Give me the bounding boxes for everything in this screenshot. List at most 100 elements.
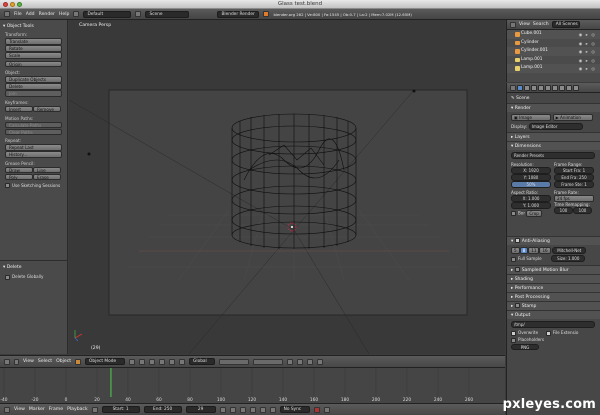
stamp-checkbox[interactable] [514,303,520,308]
end-frame-field[interactable]: End: 250 [143,406,182,413]
calculate-paths-button[interactable]: Calculate Paths [5,121,62,128]
lamp-marker[interactable] [412,89,416,93]
render-preview-icon[interactable] [317,358,324,365]
play-reverse-icon[interactable] [239,406,246,413]
screen-layout-selector[interactable]: Default [83,10,132,18]
post-processing-panel-header[interactable]: ▸ Post Processing [507,292,600,301]
modifiers-tab-icon[interactable] [552,84,558,91]
next-keyframe-icon[interactable] [259,406,266,413]
render-engine-selector[interactable]: Blender Render [217,10,260,18]
clear-paths-button[interactable]: Clear Paths [5,128,62,135]
start-frame-prop-field[interactable]: Start Fra: 1 [554,167,594,174]
current-frame-field[interactable]: 29 [185,406,216,413]
manipulator-icon[interactable] [149,358,156,365]
menu-add[interactable]: Add [26,12,35,17]
play-icon[interactable] [249,406,256,413]
start-frame-field[interactable]: Start: 1 [101,406,140,413]
prev-keyframe-icon[interactable] [229,406,236,413]
lock-icon[interactable] [287,358,294,365]
world-tab-icon[interactable] [531,84,537,91]
header-toggle-icon[interactable] [14,358,19,365]
scale-manipulator-icon[interactable] [179,358,186,365]
outliner-item-lamp-001[interactable]: Lamp.001 ◉ ▸ ◎ [507,56,600,65]
display-selector[interactable]: Image Editor [528,123,583,130]
delete-button[interactable]: Delete [5,83,62,90]
outliner-item-cube-001[interactable]: Cube.001 ◉ ▸ ◎ [507,30,600,39]
3d-viewport[interactable]: Camera Persp (29) [69,20,505,354]
resolution-x-field[interactable]: X: 1920 [511,167,551,174]
layers-panel-header[interactable]: ▸ Layers [507,132,600,141]
outliner-item-cylinder[interactable]: Cylinder ◉ ▸ ◎ [507,39,600,48]
placeholders-checkbox[interactable]: Placeholders [511,337,596,343]
editor-type-timeline-icon[interactable] [4,406,10,413]
keying-set-icon[interactable] [323,406,330,413]
timeline-menu-frame[interactable]: Frame [49,407,63,412]
end-frame-prop-field[interactable]: End Fra: 250 [554,174,594,181]
layer-buttons-2-icon[interactable] [253,358,284,365]
render-tab-icon[interactable] [517,84,523,91]
outliner-menu-search[interactable]: Search [533,22,549,27]
mode-selector[interactable]: Object Mode [85,358,126,365]
remap-new-field[interactable]: 100 [573,207,592,214]
full-sample-checkbox[interactable]: Full Sample [511,256,542,262]
timeline-menu-view[interactable]: View [14,407,25,412]
scene-tab-icon[interactable] [524,84,530,91]
dimensions-panel-header[interactable]: ▾ Dimensions [507,141,600,150]
render-presets-selector[interactable]: Render Presets [511,152,595,159]
history-button[interactable]: History... [5,151,62,158]
lamp-marker-2[interactable] [87,152,91,156]
poly-button[interactable]: Poly [5,173,33,180]
transform-orientation-selector[interactable]: Global [189,358,216,365]
constraints-tab-icon[interactable] [545,84,551,91]
draw-button[interactable]: Draw [5,166,33,173]
translate-button[interactable]: Translate [5,38,62,45]
render-animation-button[interactable]: ▶ Animation [552,114,593,121]
aspect-y-field[interactable]: Y: 1.000 [511,202,551,209]
editor-type-outliner-icon[interactable] [510,21,516,28]
frame-rate-selector[interactable]: 24 fps [554,195,594,202]
line-button[interactable]: Line [33,166,61,173]
aspect-x-field[interactable]: X: 1.000 [511,195,551,202]
data-tab-icon[interactable] [559,84,565,91]
pivot-point-icon[interactable] [139,358,146,365]
resolution-y-field[interactable]: Y: 1080 [511,174,551,181]
use-preview-range-icon[interactable] [91,406,98,413]
viewport-menu-object[interactable]: Object [56,359,71,364]
outliner-item-lamp-002[interactable]: Lamp.001 ◉ ▸ ◎ [507,64,600,73]
editor-type-info-icon[interactable] [4,11,10,17]
render-image-button[interactable]: ▣ Image [511,114,551,121]
rotate-button[interactable]: Rotate [5,45,62,52]
translate-manipulator-icon[interactable] [159,358,166,365]
repeat-last-button[interactable]: Repeat Last [5,144,62,151]
origin-button[interactable]: Origin [5,60,62,67]
object-tools-panel-header[interactable]: ▾ Object Tools [3,24,64,29]
editor-type-properties-icon[interactable] [510,84,516,91]
timeline[interactable]: -40 -20 0 20 40 60 80 100 120 140 160 180 200 220 240 2… [0,367,505,403]
performance-panel-header[interactable]: ▸ Performance [507,283,600,292]
duplicate-objects-button[interactable]: Duplicate Objects [5,76,62,83]
scale-button[interactable]: Scale [5,52,62,59]
outliner-item-cylinder-001[interactable]: Cylinder.001 ◉ ▸ ◎ [507,47,600,56]
overwrite-checkbox[interactable]: Overwrite [511,330,538,336]
aa-samples-11-button[interactable]: 11 [528,247,540,254]
snap-element-icon[interactable] [307,358,314,365]
resolution-percentage-slider[interactable]: 50% [511,181,551,188]
material-tab-icon[interactable] [566,84,572,91]
use-sketching-checkbox[interactable]: Use Sketching Sessions [5,183,64,188]
render-panel-header[interactable]: ▾ Render [507,103,600,112]
aa-samples-16-button[interactable]: 16 [539,247,551,254]
shading-mode-icon[interactable] [129,358,136,365]
record-icon[interactable] [313,406,320,413]
menu-help[interactable]: Help [59,12,69,17]
delete-globally-checkbox[interactable]: Delete Globally [5,274,65,280]
viewport-menu-view[interactable]: View [23,359,34,364]
file-format-selector[interactable]: PNG [511,343,539,350]
shading-panel-header[interactable]: ▸ Shading [507,274,600,283]
timeline-menu-playback[interactable]: Playback [67,407,88,412]
outliner-menu-view[interactable]: View [519,22,530,27]
aa-size-field[interactable]: Size: 1.000 [551,255,586,262]
output-panel-header[interactable]: ▾ Output [507,310,600,319]
aa-filter-selector[interactable]: Mitchell-Net [552,247,587,254]
stamp-panel-header[interactable]: ▸ Stamp [507,301,600,310]
rotate-manipulator-icon[interactable] [169,358,176,365]
